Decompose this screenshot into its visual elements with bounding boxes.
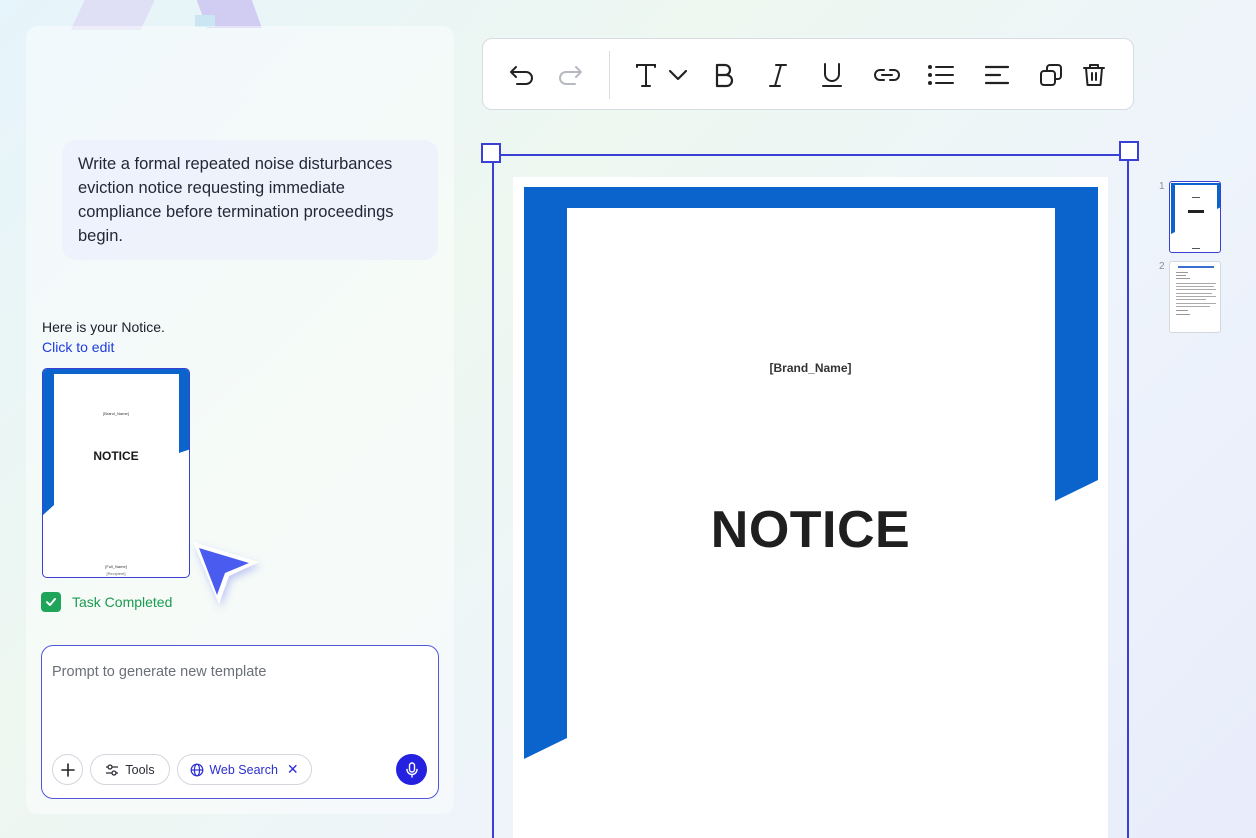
page-2-preview <box>1176 266 1216 315</box>
web-search-button[interactable]: Web Search ✕ <box>177 754 312 785</box>
close-icon[interactable]: ✕ <box>287 761 299 778</box>
pointer-cursor-icon <box>193 542 259 604</box>
resize-handle-top-left[interactable] <box>481 143 501 163</box>
trash-icon <box>1083 64 1105 86</box>
toolbar-divider <box>609 51 610 99</box>
align-button[interactable] <box>983 61 1011 89</box>
redo-icon <box>559 66 582 85</box>
document-brand: [Brand_Name] <box>769 361 852 375</box>
underline-icon <box>822 63 842 87</box>
bold-icon <box>715 63 734 88</box>
bold-button[interactable] <box>711 61 737 89</box>
assistant-reply: Here is your Notice. <box>42 319 165 335</box>
microphone-button[interactable] <box>396 754 427 785</box>
text-icon <box>636 64 656 87</box>
click-to-edit-link[interactable]: Click to edit <box>42 339 114 355</box>
tools-button[interactable]: Tools <box>90 754 170 785</box>
undo-icon <box>510 66 533 85</box>
prompt-input[interactable] <box>52 664 422 680</box>
microphone-icon <box>405 761 418 778</box>
resize-handle-top-right[interactable] <box>1119 141 1139 161</box>
page-number: 2 <box>1159 261 1165 272</box>
redo-button[interactable] <box>555 61 585 89</box>
globe-icon <box>190 763 204 776</box>
checkmark-icon <box>41 592 61 612</box>
text-style-button[interactable] <box>633 61 659 89</box>
document-page[interactable]: [Brand_Name] NOTICE <box>513 177 1108 838</box>
tools-label: Tools <box>125 762 155 777</box>
page-thumbnail-1[interactable] <box>1169 181 1221 253</box>
thumbnail-name: [Full_Name] <box>105 564 127 569</box>
undo-button[interactable] <box>507 61 537 89</box>
task-status-label: Task Completed <box>72 594 173 610</box>
chevron-down-icon <box>668 69 688 81</box>
thumbnail-border-decoration <box>43 369 189 515</box>
thumbnail-title: NOTICE <box>93 449 139 463</box>
add-button[interactable] <box>52 754 83 785</box>
duplicate-button[interactable] <box>1037 61 1065 89</box>
align-left-icon <box>984 65 1010 85</box>
link-button[interactable] <box>873 61 901 89</box>
bullet-list-button[interactable] <box>927 61 955 89</box>
italic-icon <box>769 64 787 87</box>
list-icon <box>928 65 954 85</box>
duplicate-icon <box>1040 64 1062 86</box>
text-style-dropdown[interactable] <box>667 61 689 89</box>
page-1-preview <box>1171 183 1220 249</box>
plus-icon <box>60 762 75 777</box>
thumbnail-brand: [Brand_Name] <box>103 411 129 416</box>
thumbnail-role: [Recipient] <box>106 571 126 576</box>
page-number: 1 <box>1159 181 1165 192</box>
editor-toolbar <box>482 38 1134 110</box>
document-title: NOTICE <box>710 501 911 559</box>
link-icon <box>874 69 900 81</box>
document-preview-thumbnail[interactable]: [Brand_Name] NOTICE [Full_Name] [Recipie… <box>42 368 190 578</box>
delete-button[interactable] <box>1081 61 1107 89</box>
sliders-icon <box>106 763 119 776</box>
task-status: Task Completed <box>41 592 172 612</box>
italic-button[interactable] <box>765 61 791 89</box>
web-search-label: Web Search <box>209 762 278 777</box>
page-thumbnail-2[interactable] <box>1169 261 1221 333</box>
prompt-box: Tools Web Search ✕ <box>41 645 439 799</box>
underline-button[interactable] <box>819 61 845 89</box>
user-prompt-bubble: Write a formal repeated noise disturbanc… <box>62 140 438 260</box>
